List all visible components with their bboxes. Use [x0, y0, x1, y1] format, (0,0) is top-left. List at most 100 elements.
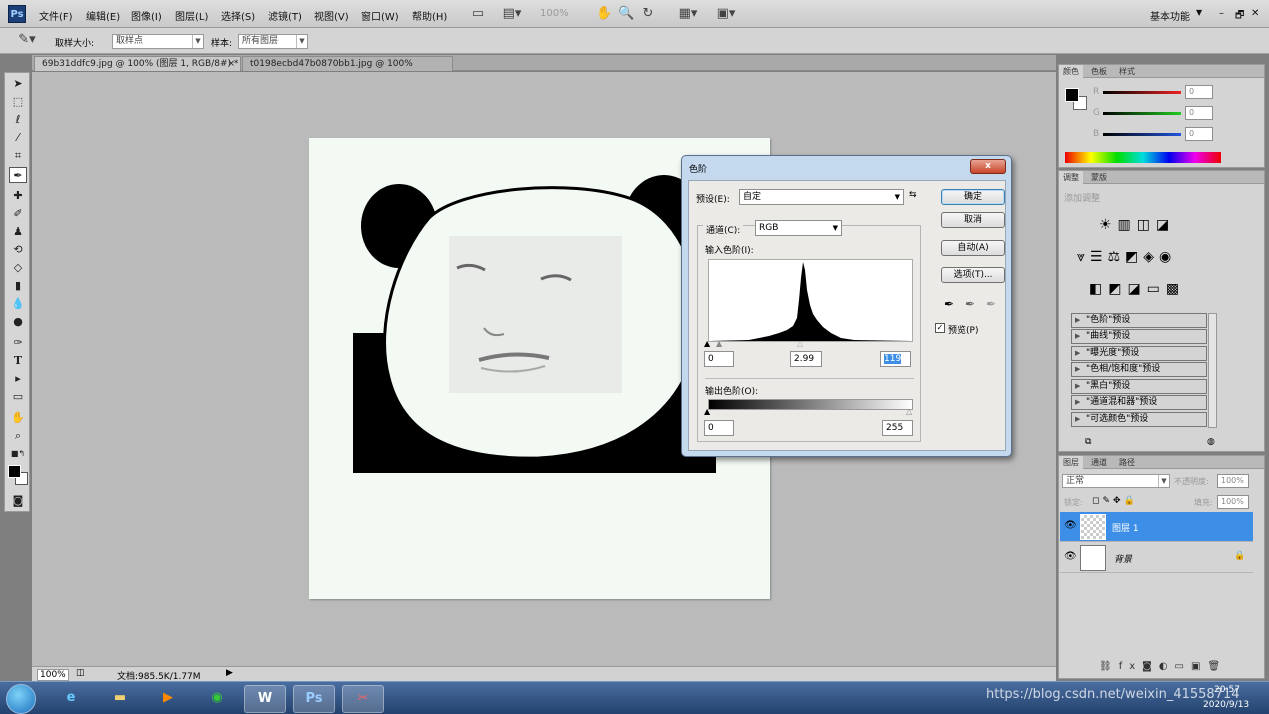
adjustment-icons-row-2[interactable]: ⩔☰⚖◩◈◉	[1077, 249, 1176, 265]
black-eyedropper-icon[interactable]: ✒	[944, 297, 954, 311]
lasso-tool-icon[interactable]: ℓ	[9, 112, 27, 128]
healing-tool-icon[interactable]: ✚	[9, 188, 27, 204]
preset-channel-mixer[interactable]: "通道混和器"预设	[1071, 395, 1207, 410]
channel-g-slider[interactable]	[1103, 112, 1181, 115]
panel-delete-icon[interactable]: ◍	[1207, 437, 1215, 447]
tab-channels[interactable]: 通道	[1087, 456, 1111, 469]
tab-document-2[interactable]: t0198ecbd47b0870bb1.jpg @ 100%(RGB/8#) *…	[242, 56, 453, 83]
close-icon[interactable]: ×	[227, 57, 235, 71]
shape-tool-icon[interactable]: ▭	[9, 389, 27, 405]
path-select-icon[interactable]: ▸	[9, 371, 27, 387]
adjustment-icons-row-3[interactable]: ◧◩◪▭▩	[1089, 281, 1185, 297]
status-icon[interactable]: ◫	[76, 668, 85, 678]
menu-file[interactable]: 文件(F)	[39, 8, 73, 23]
preset-select[interactable]: 自定 ▼	[739, 189, 904, 205]
tab-color[interactable]: 颜色	[1059, 65, 1083, 78]
status-menu-arrow-icon[interactable]: ▶	[226, 668, 233, 678]
input-black-slider[interactable]: ▲	[704, 339, 710, 348]
preset-exposure[interactable]: "曝光度"预设	[1071, 346, 1207, 361]
screen-icon[interactable]: ▣▾	[712, 6, 740, 22]
taskbar-photoshop-icon[interactable]: Ps	[293, 685, 335, 713]
preset-selective-color[interactable]: "可选颜色"预设	[1071, 412, 1207, 427]
menu-edit[interactable]: 编辑(E)	[86, 8, 120, 23]
lock-icons[interactable]: ◻✎✥🔒	[1092, 496, 1138, 506]
rotate-view-icon[interactable]: ↻	[640, 6, 656, 22]
input-black-field[interactable]: 0	[704, 351, 734, 367]
tab-swatches[interactable]: 色板	[1087, 65, 1111, 78]
channel-r-slider[interactable]	[1103, 91, 1181, 94]
tab-paths[interactable]: 路径	[1115, 456, 1139, 469]
quick-mask-icon[interactable]: ◙	[9, 493, 27, 509]
panel-footer-icon[interactable]: ⧉	[1085, 437, 1091, 447]
stamp-tool-icon[interactable]: ♟	[9, 224, 27, 240]
eye-icon[interactable]: 👁	[1064, 551, 1077, 562]
start-button[interactable]	[6, 684, 36, 714]
preset-curves[interactable]: "曲线"预设	[1071, 329, 1207, 344]
tab-masks[interactable]: 蒙版	[1087, 171, 1111, 184]
tab-layers[interactable]: 图层	[1059, 456, 1083, 469]
taskbar-green-icon[interactable]: ◉	[196, 685, 238, 713]
eyedropper-preset-icon[interactable]: ✎▾	[14, 32, 40, 48]
crop-tool-icon[interactable]: ⌗	[9, 148, 27, 164]
gradient-tool-icon[interactable]: ▮	[9, 278, 27, 294]
dodge-tool-icon[interactable]: ●	[9, 314, 27, 330]
tab-document-1[interactable]: 69b31ddfc9.jpg @ 100% (图层 1, RGB/8#) * ×	[34, 56, 241, 71]
output-white-field[interactable]: 255	[882, 420, 913, 436]
channel-b-slider[interactable]	[1103, 133, 1181, 136]
zoom-tool-icon[interactable]: ⌕	[9, 428, 27, 444]
marquee-tool-icon[interactable]: ⬚	[9, 94, 27, 110]
preset-black-white[interactable]: "黑白"预设	[1071, 379, 1207, 394]
preview-checkbox[interactable]: ✓	[935, 323, 945, 333]
cancel-button[interactable]: 取消	[941, 212, 1005, 228]
menu-image[interactable]: 图像(I)	[131, 8, 162, 23]
menu-layer[interactable]: 图层(L)	[175, 8, 208, 23]
preset-levels[interactable]: "色阶"预设	[1071, 313, 1207, 328]
history-brush-icon[interactable]: ⟲	[9, 242, 27, 258]
layer-row-1[interactable]: 👁 图层 1	[1060, 512, 1253, 542]
channel-b-value[interactable]: 0	[1185, 127, 1213, 141]
dialog-close-button[interactable]: x	[970, 159, 1006, 174]
output-black-field[interactable]: 0	[704, 420, 734, 436]
preset-hue-saturation[interactable]: "色相/饱和度"预设	[1071, 362, 1207, 377]
bridge-icon[interactable]: ▭	[470, 6, 486, 22]
taskbar-word-icon[interactable]: W	[244, 685, 286, 713]
hand-tool-icon[interactable]: ✋	[9, 410, 27, 426]
presets-scrollbar[interactable]	[1208, 313, 1217, 428]
eye-icon[interactable]: 👁	[1064, 520, 1077, 531]
brush-tool-icon[interactable]: ✐	[9, 206, 27, 222]
sample-select[interactable]: 所有图层 ▼	[238, 34, 308, 49]
blend-mode-select[interactable]: 正常 ▼	[1062, 474, 1170, 488]
input-gray-slider[interactable]: ▲	[716, 339, 722, 348]
menu-select[interactable]: 选择(S)	[221, 8, 255, 23]
taskbar-ie-icon[interactable]: e	[50, 685, 92, 713]
eyedropper-tool-icon[interactable]: ✒	[9, 167, 27, 183]
pen-tool-icon[interactable]: ✑	[9, 335, 27, 351]
color-spectrum-bar[interactable]	[1065, 152, 1221, 163]
zoom-level[interactable]: 100%	[540, 8, 569, 19]
restore-button[interactable]: 🗗	[1235, 8, 1244, 25]
blur-tool-icon[interactable]: 💧	[9, 296, 27, 312]
menu-filter[interactable]: 滤镜(T)	[268, 8, 302, 23]
workspace-switcher[interactable]: 基本功能	[1150, 8, 1190, 23]
channel-select[interactable]: RGB ▼	[755, 220, 842, 236]
sample-size-select[interactable]: 取样点 ▼	[112, 34, 204, 49]
layer-row-2[interactable]: 👁 背景 🔒	[1060, 543, 1253, 573]
output-black-slider[interactable]: ▲	[704, 407, 710, 416]
arrange-icon[interactable]: ▦▾	[676, 6, 700, 22]
options-button[interactable]: 选项(T)...	[941, 267, 1005, 283]
type-tool-icon[interactable]: T	[9, 353, 27, 369]
menu-view[interactable]: 视图(V)	[314, 8, 349, 23]
channel-g-value[interactable]: 0	[1185, 106, 1213, 120]
auto-button[interactable]: 自动(A)	[941, 240, 1005, 256]
fill-field[interactable]: 100%	[1217, 495, 1249, 509]
hand-icon[interactable]: ✋	[596, 6, 612, 22]
move-tool-icon[interactable]: ➤	[9, 76, 27, 92]
taskbar-snipping-icon[interactable]: ✂	[342, 685, 384, 713]
close-button[interactable]: ✕	[1251, 8, 1259, 19]
gray-eyedropper-icon[interactable]: ✒	[965, 297, 975, 311]
taskbar-media-icon[interactable]: ▶	[147, 685, 189, 713]
input-white-slider[interactable]: △	[797, 339, 803, 348]
minimize-button[interactable]: –	[1219, 8, 1224, 19]
zoom-icon[interactable]: 🔍	[618, 6, 634, 22]
status-zoom[interactable]: 100%	[37, 669, 69, 681]
